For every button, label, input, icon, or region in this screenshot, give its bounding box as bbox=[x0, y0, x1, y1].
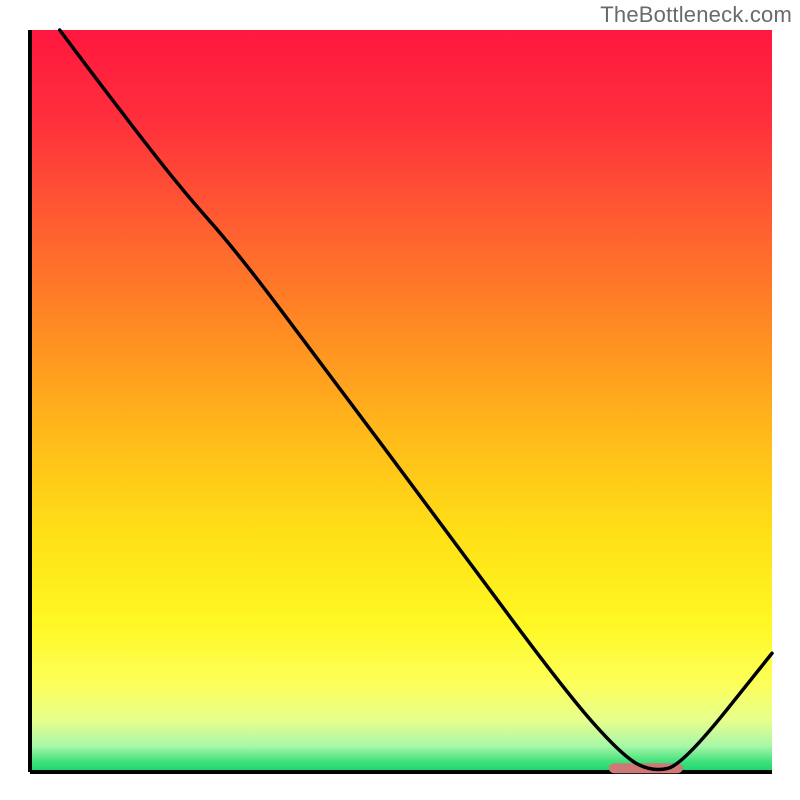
watermark-text: TheBottleneck.com bbox=[600, 2, 792, 28]
chart-frame: TheBottleneck.com bbox=[0, 0, 800, 800]
plot-background bbox=[30, 30, 772, 772]
chart-svg bbox=[0, 0, 800, 800]
